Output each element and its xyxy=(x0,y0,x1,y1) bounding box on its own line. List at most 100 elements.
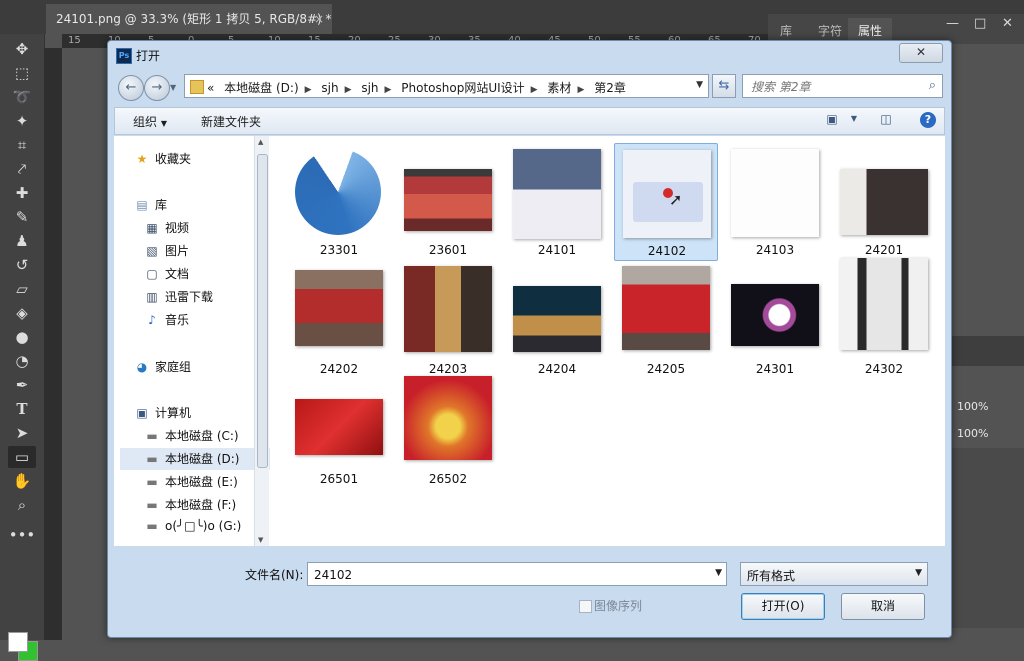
zoom-tool-icon[interactable]: ⌕ xyxy=(8,494,36,516)
file-thumbnail xyxy=(404,169,492,231)
organize-button[interactable]: 组织 ▼ xyxy=(133,113,167,130)
search-input[interactable] xyxy=(749,76,913,98)
breadcrumb-item[interactable]: sjh xyxy=(321,81,338,95)
address-dropdown-icon[interactable]: ▼ xyxy=(696,80,703,90)
nav-item-pictures[interactable]: ▧ 图片 xyxy=(144,242,189,259)
rectangle-tool-icon[interactable]: ▭ xyxy=(8,446,36,468)
nav-drive-g[interactable]: ▬ o(╯□╰)o (G:) xyxy=(144,519,241,533)
file-item[interactable]: 26502 xyxy=(396,372,500,490)
recent-locations-dropdown-icon[interactable]: ▼ xyxy=(170,83,178,92)
file-item[interactable]: 24301 xyxy=(723,262,827,380)
breadcrumb-item[interactable]: 本地磁盘 (D:) xyxy=(224,81,298,95)
file-item[interactable]: 24101 xyxy=(505,143,609,261)
scrollbar-thumb[interactable] xyxy=(257,154,268,468)
search-box[interactable]: ⌕ xyxy=(742,74,943,98)
opacity-value[interactable]: 100% xyxy=(957,400,988,413)
nav-drive-d[interactable]: ▬ 本地磁盘 (D:) xyxy=(120,448,270,470)
dialog-close-button[interactable]: ✕ xyxy=(899,43,943,63)
more-tools-icon[interactable]: ••• xyxy=(8,524,36,546)
scroll-down-icon[interactable]: ▼ xyxy=(258,536,263,544)
history-brush-tool-icon[interactable]: ↺ xyxy=(8,254,36,276)
breadcrumb-item[interactable]: 第2章 xyxy=(594,81,626,95)
file-item[interactable]: 24103 xyxy=(723,143,827,261)
pen-tool-icon[interactable]: ✒ xyxy=(8,374,36,396)
filename-dropdown-icon[interactable]: ▼ xyxy=(715,568,722,578)
blur-tool-icon[interactable]: ● xyxy=(8,326,36,348)
forward-icon[interactable]: → xyxy=(144,75,170,101)
breadcrumb-separator-icon[interactable]: ▶ xyxy=(345,85,352,95)
navigation-scrollbar[interactable]: ▲ ▼ xyxy=(254,136,269,546)
nav-favorites[interactable]: ★ 收藏夹 xyxy=(134,150,191,167)
paint-bucket-tool-icon[interactable]: ◈ xyxy=(8,302,36,324)
filename-combobox[interactable]: ▼ xyxy=(307,562,727,586)
eraser-tool-icon[interactable]: ▱ xyxy=(8,278,36,300)
file-thumbnail xyxy=(513,286,601,352)
marquee-tool-icon[interactable]: ⬚ xyxy=(8,62,36,84)
nav-drive-f[interactable]: ▬ 本地磁盘 (F:) xyxy=(144,496,236,513)
nav-label: 视频 xyxy=(165,221,190,235)
file-item[interactable]: 24302 xyxy=(832,258,936,380)
file-item[interactable]: 23601 xyxy=(396,143,500,261)
file-item[interactable]: 24203 xyxy=(396,262,500,380)
search-icon[interactable]: ⌕ xyxy=(929,78,936,93)
refresh-icon[interactable]: ⇆ xyxy=(712,74,736,98)
breadcrumb-item[interactable]: sjh xyxy=(361,81,378,95)
view-dropdown-icon[interactable]: ▼ xyxy=(845,114,863,130)
nav-drive-e[interactable]: ▬ 本地磁盘 (E:) xyxy=(144,473,237,490)
breadcrumb-separator-icon[interactable]: ▶ xyxy=(305,85,312,95)
image-sequence-checkbox[interactable] xyxy=(579,600,592,613)
file-item[interactable]: 24205 xyxy=(614,262,718,380)
breadcrumb-separator-icon[interactable]: ▶ xyxy=(385,85,392,95)
file-type-select[interactable]: 所有格式 ▼ xyxy=(740,562,928,586)
filename-input[interactable] xyxy=(312,564,696,586)
eyedropper-tool-icon[interactable]: ⤤ xyxy=(8,158,36,180)
lasso-tool-icon[interactable]: ➰ xyxy=(8,86,36,108)
nav-item-documents[interactable]: ▢ 文档 xyxy=(144,265,189,282)
dodge-tool-icon[interactable]: ◔ xyxy=(8,350,36,372)
file-item[interactable]: 24201 xyxy=(832,143,936,261)
file-item-selected[interactable]: ➚ 24102 xyxy=(614,143,718,261)
breadcrumb-separator-icon[interactable]: ▶ xyxy=(531,85,538,95)
magic-wand-tool-icon[interactable]: ✦ xyxy=(8,110,36,132)
back-icon[interactable]: ← xyxy=(118,75,144,101)
new-folder-button[interactable]: 新建文件夹 xyxy=(201,113,261,130)
cancel-button[interactable]: 取消 xyxy=(841,593,925,620)
nav-item-videos[interactable]: ▦ 视频 xyxy=(144,219,189,236)
move-tool-icon[interactable]: ✥ xyxy=(8,38,36,60)
type-tool-icon[interactable]: T xyxy=(8,398,36,420)
scroll-up-icon[interactable]: ▲ xyxy=(258,138,263,146)
breadcrumb-overflow[interactable]: « xyxy=(207,81,214,95)
help-icon[interactable]: ? xyxy=(920,112,936,128)
vertical-ruler xyxy=(44,48,62,640)
path-selection-tool-icon[interactable]: ➤ xyxy=(8,422,36,444)
nav-item-downloads[interactable]: ▥ 迅雷下载 xyxy=(144,288,213,305)
preview-pane-icon[interactable]: ◫ xyxy=(877,112,895,128)
view-options-icon[interactable]: ▣ xyxy=(823,112,841,128)
nav-item-music[interactable]: ♪ 音乐 xyxy=(144,311,189,328)
foreground-color-swatch[interactable] xyxy=(8,632,28,652)
breadcrumb-separator-icon[interactable]: ▶ xyxy=(577,85,584,95)
clone-stamp-tool-icon[interactable]: ♟ xyxy=(8,230,36,252)
nav-computer[interactable]: ▣ 计算机 xyxy=(134,404,191,421)
address-bar[interactable]: « 本地磁盘 (D:) ▶ sjh ▶ sjh ▶ Photoshop网站UI设计 ▶ … xyxy=(184,74,709,98)
nav-homegroup[interactable]: ◕ 家庭组 xyxy=(134,358,191,375)
open-button[interactable]: 打开(O) xyxy=(741,593,825,620)
healing-brush-tool-icon[interactable]: ✚ xyxy=(8,182,36,204)
address-row: ← → ▼ « 本地磁盘 (D:) ▶ sjh ▶ sjh ▶ Photoshop网站… xyxy=(108,69,951,105)
breadcrumb-item[interactable]: Photoshop网站UI设计 xyxy=(401,81,524,95)
nav-library[interactable]: ▤ 库 xyxy=(134,196,167,213)
file-item[interactable]: 23301 xyxy=(287,143,391,261)
document-tab[interactable]: 24101.png @ 33.3% (矩形 1 拷贝 5, RGB/8#) * … xyxy=(46,4,332,34)
file-item[interactable]: 24202 xyxy=(287,262,391,380)
breadcrumb-item[interactable]: 素材 xyxy=(547,81,571,95)
nav-drive-c[interactable]: ▬ 本地磁盘 (C:) xyxy=(144,427,238,444)
nav-label: o(╯□╰)o (G:) xyxy=(165,519,242,533)
file-item[interactable]: 26501 xyxy=(287,372,391,490)
fill-value[interactable]: 100% xyxy=(957,427,988,440)
crop-tool-icon[interactable]: ⌗ xyxy=(8,134,36,156)
hand-tool-icon[interactable]: ✋ xyxy=(8,470,36,492)
brush-tool-icon[interactable]: ✎ xyxy=(8,206,36,228)
file-name: 26502 xyxy=(428,472,468,486)
close-icon[interactable]: × xyxy=(314,4,324,34)
file-item[interactable]: 24204 xyxy=(505,262,609,380)
